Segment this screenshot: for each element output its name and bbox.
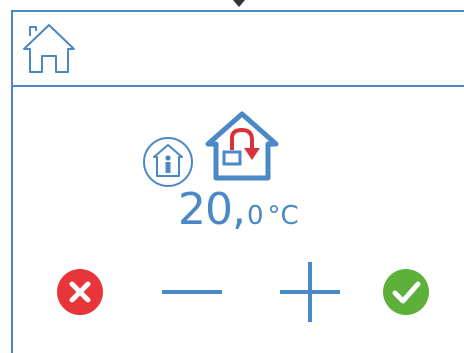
thermostat-screen: 20,0 °C [0, 0, 464, 353]
house-mode-icon [205, 111, 279, 181]
decrease-button[interactable] [160, 278, 224, 306]
caret-down-icon [233, 0, 245, 7]
temperature-decimal: 0 [246, 201, 264, 231]
temperature-readout: 20,0 °C [178, 188, 299, 244]
temperature-unit: °C [267, 201, 299, 231]
confirm-button[interactable] [382, 268, 430, 316]
mode-indicator [142, 110, 282, 190]
home-icon[interactable] [20, 22, 78, 76]
info-person-icon[interactable] [142, 136, 194, 188]
cancel-button[interactable] [56, 268, 104, 316]
header-divider [11, 85, 464, 87]
temperature-integer: 20, [178, 184, 246, 235]
increase-button[interactable] [278, 260, 342, 324]
